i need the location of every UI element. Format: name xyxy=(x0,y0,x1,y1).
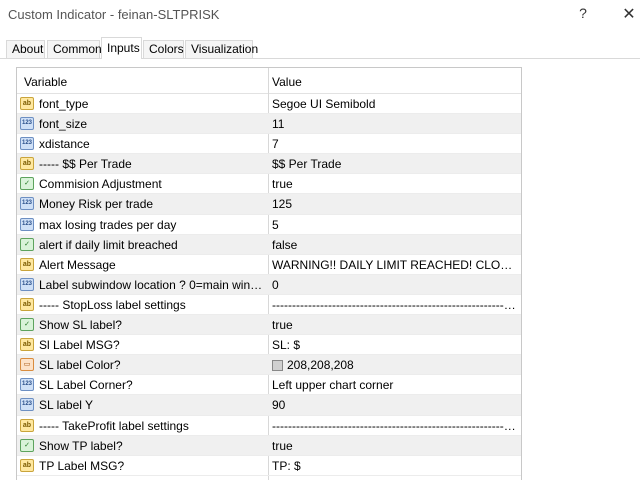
tab-colors[interactable]: Colors xyxy=(143,40,184,58)
variable-value[interactable]: 90 xyxy=(272,398,518,412)
input-row[interactable]: 123 xdistance 7 xyxy=(17,134,521,155)
variable-value[interactable]: 5 xyxy=(272,218,518,232)
input-row[interactable]: ab ----- StopLoss label settings ---------… xyxy=(17,295,521,316)
string-type-icon: ab xyxy=(20,157,34,171)
variable-value[interactable]: false xyxy=(272,238,518,252)
variable-value[interactable]: 11 xyxy=(272,117,518,131)
variable-name: SL label Color? xyxy=(39,358,121,373)
string-type-icon: ab xyxy=(20,297,34,311)
integer-type-icon: 123 xyxy=(20,117,34,131)
input-row[interactable]: ▭ SL label Color? 208,208,208 xyxy=(17,355,521,376)
integer-type-icon: 123 xyxy=(20,197,34,211)
inputs-grid: Variable Value ab font_type Segoe UI Semib… xyxy=(16,67,522,480)
window-title: Custom Indicator - feinan-SLTPRISK xyxy=(8,7,220,22)
enum-type-icon: 123 xyxy=(20,378,34,392)
variable-value[interactable]: TP: $ xyxy=(272,459,518,473)
grid-rows: ab font_type Segoe UI Semibold 123 font_size… xyxy=(17,94,521,476)
tab-about[interactable]: About xyxy=(6,40,45,58)
variable-name: ----- StopLoss label settings xyxy=(39,297,186,312)
grid-header: Variable Value xyxy=(17,68,521,94)
string-type-icon: ab xyxy=(20,97,34,110)
tab-common[interactable]: Common xyxy=(47,40,102,58)
string-type-icon: ab xyxy=(20,257,34,271)
boolean-type-icon: ✓ xyxy=(20,318,34,332)
color-swatch[interactable] xyxy=(272,360,283,372)
variable-name: alert if daily limit breached xyxy=(39,237,178,252)
input-row[interactable]: ✓ alert if daily limit breached false xyxy=(17,234,521,255)
column-header-value[interactable]: Value xyxy=(272,75,302,89)
color-type-icon: ▭ xyxy=(20,358,34,372)
integer-type-icon: 123 xyxy=(20,398,34,412)
variable-name: SL label Y xyxy=(39,398,94,413)
title-bar: Custom Indicator - feinan-SLTPRISK ? ✕ xyxy=(0,0,640,30)
integer-type-icon: 123 xyxy=(20,137,34,151)
variable-name: max losing trades per day xyxy=(39,217,177,232)
input-row[interactable]: ab font_type Segoe UI Semibold xyxy=(17,94,521,115)
input-row[interactable]: 123 font_size 11 xyxy=(17,114,521,135)
variable-value[interactable]: ----------------------------------------… xyxy=(272,419,518,433)
variable-name: Alert Message xyxy=(39,257,116,272)
tab-visualization[interactable]: Visualization xyxy=(185,40,258,58)
variable-value[interactable]: 7 xyxy=(272,137,518,151)
input-row[interactable]: ✓ Show SL label? true xyxy=(17,315,521,336)
variable-value[interactable]: true xyxy=(272,318,518,332)
input-row[interactable]: 123 SL label Y 90 xyxy=(17,395,521,416)
boolean-type-icon: ✓ xyxy=(20,177,34,191)
integer-type-icon: 123 xyxy=(20,217,34,231)
tab-inputs[interactable]: Inputs xyxy=(101,37,142,59)
string-type-icon: ab xyxy=(20,418,34,432)
boolean-type-icon: ✓ xyxy=(20,237,34,251)
input-row[interactable]: ab ----- TakeProfit label settings -------… xyxy=(17,416,521,436)
close-button[interactable]: ✕ xyxy=(622,4,636,23)
input-row[interactable]: ab Alert Message WARNING!! DAILY LIMIT REA… xyxy=(17,255,521,275)
variable-name: Sl Label MSG? xyxy=(39,338,120,353)
variable-name: Show TP label? xyxy=(39,438,123,453)
variable-value[interactable]: true xyxy=(272,177,518,191)
variable-value[interactable]: 125 xyxy=(272,197,518,211)
variable-name: xdistance xyxy=(39,137,90,152)
input-row[interactable]: ✓ Show TP label? true xyxy=(17,435,521,456)
variable-value[interactable]: 0 xyxy=(272,278,518,292)
variable-value[interactable]: 208,208,208 xyxy=(272,358,518,372)
variable-name: Label subwindow location ? 0=main window… xyxy=(39,277,265,292)
input-row[interactable]: ab TP Label MSG? TP: $ xyxy=(17,456,521,476)
variable-name: Commision Adjustment xyxy=(39,177,162,192)
input-row[interactable]: 123 SL Label Corner? Left upper chart corn… xyxy=(17,375,521,396)
variable-name: ----- $$ Per Trade xyxy=(39,157,132,172)
variable-name: ----- TakeProfit label settings xyxy=(39,418,189,433)
variable-value[interactable]: ----------------------------------------… xyxy=(272,298,518,312)
variable-value[interactable]: WARNING!! DAILY LIMIT REACHED! CLOSE PL.… xyxy=(272,258,518,272)
help-button[interactable]: ? xyxy=(576,5,590,23)
variable-value[interactable]: SL: $ xyxy=(272,338,518,352)
variable-value[interactable]: Segoe UI Semibold xyxy=(272,97,518,111)
variable-name: font_size xyxy=(39,117,88,132)
string-type-icon: ab xyxy=(20,338,34,352)
input-row[interactable]: 123 max losing trades per day 5 xyxy=(17,215,521,235)
tab-strip: About Common Inputs Colors Visualization xyxy=(0,37,640,59)
variable-value[interactable]: $$ Per Trade xyxy=(272,157,518,171)
integer-type-icon: 123 xyxy=(20,277,34,291)
input-row[interactable]: ab ----- $$ Per Trade $$ Per Trade xyxy=(17,154,521,175)
variable-name: Show SL label? xyxy=(39,318,122,333)
input-row[interactable]: 123 Label subwindow location ? 0=main win… xyxy=(17,274,521,295)
variable-name: font_type xyxy=(39,97,89,111)
column-header-variable[interactable]: Variable xyxy=(24,75,67,89)
variable-value[interactable]: true xyxy=(272,439,518,453)
input-row[interactable]: ✓ Commision Adjustment true xyxy=(17,174,521,195)
string-type-icon: ab xyxy=(20,458,34,472)
variable-name: Money Risk per trade xyxy=(39,197,154,212)
variable-name: SL Label Corner? xyxy=(39,378,133,393)
variable-value[interactable]: Left upper chart corner xyxy=(272,378,518,392)
input-row[interactable]: ab Sl Label MSG? SL: $ xyxy=(17,335,521,356)
color-value-text: 208,208,208 xyxy=(287,358,354,373)
input-row[interactable]: 123 Money Risk per trade 125 xyxy=(17,194,521,215)
variable-name: TP Label MSG? xyxy=(39,458,125,473)
boolean-type-icon: ✓ xyxy=(20,438,34,452)
